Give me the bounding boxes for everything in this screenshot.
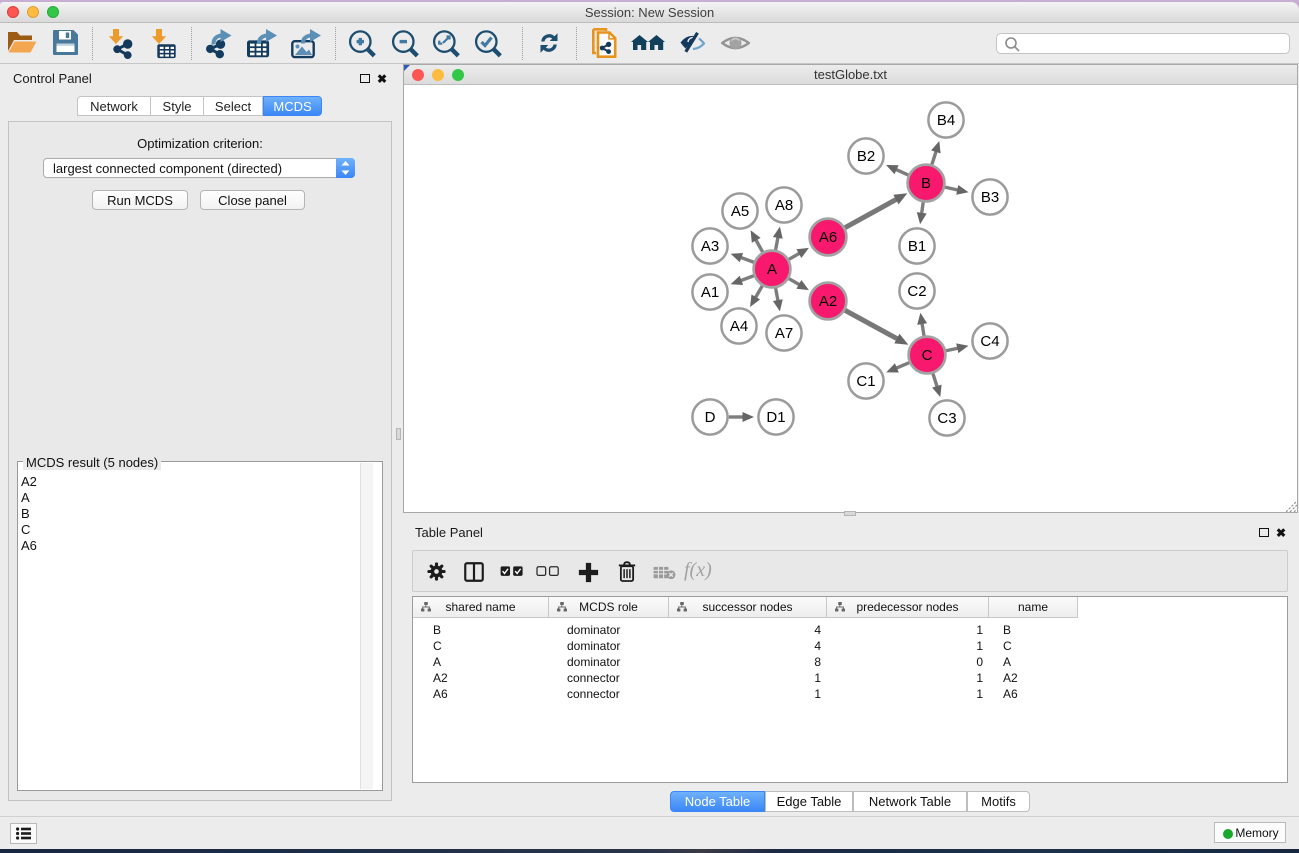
svg-text:A4: A4: [730, 318, 748, 335]
svg-text:B3: B3: [981, 189, 999, 206]
svg-text:A5: A5: [731, 203, 749, 220]
svg-text:C: C: [922, 347, 933, 364]
svg-text:A2: A2: [819, 293, 837, 310]
svg-text:A: A: [767, 261, 777, 278]
svg-text:A7: A7: [775, 325, 793, 342]
svg-text:B4: B4: [937, 112, 955, 129]
svg-text:A3: A3: [701, 238, 719, 255]
svg-text:C1: C1: [856, 373, 875, 390]
svg-text:D: D: [705, 409, 716, 426]
svg-text:C2: C2: [907, 283, 926, 300]
svg-text:A1: A1: [701, 284, 719, 301]
svg-text:C4: C4: [980, 333, 999, 350]
svg-text:A6: A6: [819, 229, 837, 246]
svg-text:D1: D1: [766, 409, 785, 426]
svg-text:A8: A8: [775, 197, 793, 214]
svg-text:B2: B2: [857, 148, 875, 165]
svg-text:C3: C3: [937, 410, 956, 427]
svg-text:B1: B1: [908, 238, 926, 255]
svg-text:B: B: [921, 175, 931, 192]
